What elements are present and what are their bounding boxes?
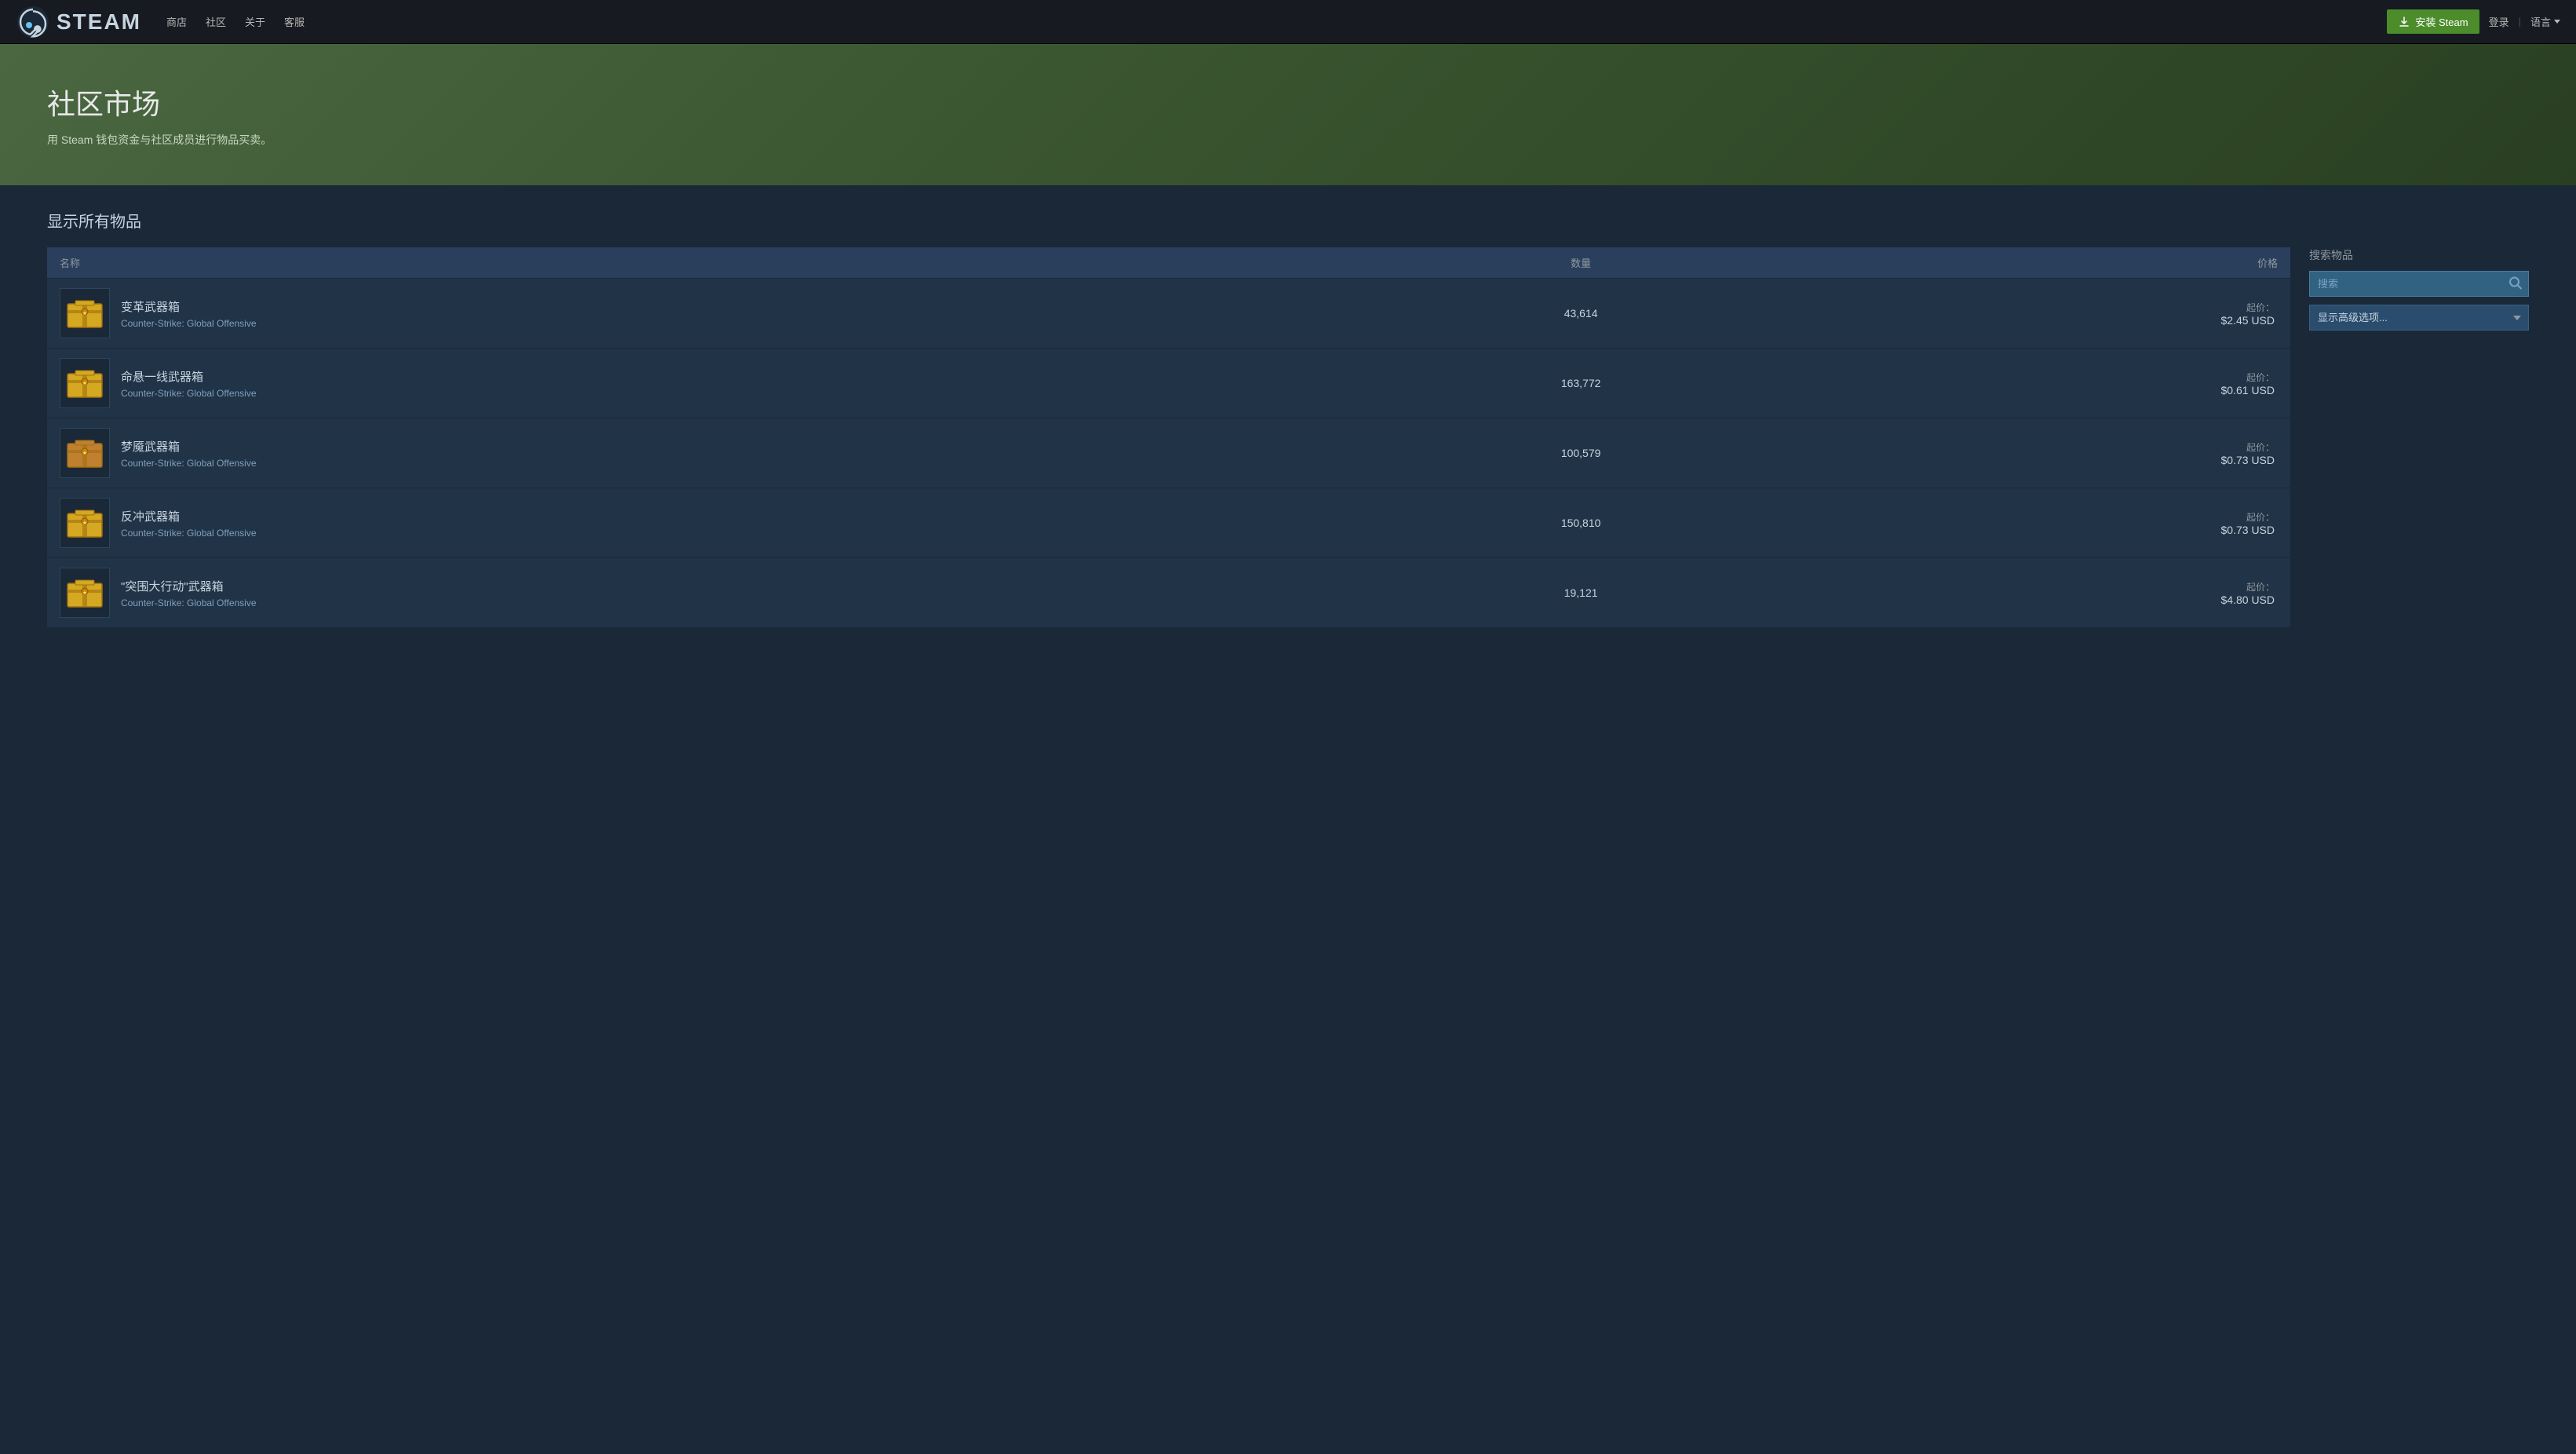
svg-text:★: ★ [82, 381, 87, 386]
hero-banner: 社区市场 用 Steam 钱包资金与社区成员进行物品买卖。 [0, 44, 2576, 185]
col-qty: 数量 [1385, 247, 1776, 279]
price-label: 起价： [1792, 440, 2275, 454]
table-row[interactable]: ★ "突围大行动"武器箱 Counter-Strike: Global Offe… [47, 558, 2290, 628]
topbar-right: 安装 Steam 登录 | 语言 [2387, 9, 2560, 34]
topbar-left: STEAM 商店 社区 关于 客服 [16, 5, 305, 39]
search-icon [2508, 276, 2523, 290]
item-name: 命悬一线武器箱 [121, 368, 257, 385]
section-title: 显示所有物品 [47, 209, 2529, 232]
svg-text:★: ★ [82, 451, 87, 456]
item-thumbnail: ★ [60, 568, 110, 618]
crate-icon: ★ [64, 502, 105, 543]
item-game: Counter-Strike: Global Offensive [121, 318, 257, 329]
item-game: Counter-Strike: Global Offensive [121, 458, 257, 469]
item-quantity: 43,614 [1385, 279, 1776, 349]
language-button[interactable]: 语言 [2530, 14, 2560, 29]
content-layout: 名称 数量 价格 ★ 变革武器箱 Counter-Strike: Global … [47, 247, 2529, 628]
price-value: $0.73 USD [1792, 454, 2275, 466]
price-label: 起价： [1792, 301, 2275, 314]
item-name: 反冲武器箱 [121, 508, 257, 524]
svg-text:★: ★ [82, 311, 87, 316]
search-button[interactable] [2508, 276, 2523, 292]
hero-subtitle: 用 Steam 钱包资金与社区成员进行物品买卖。 [47, 132, 2529, 148]
download-icon [2398, 16, 2410, 28]
table-row[interactable]: ★ 变革武器箱 Counter-Strike: Global Offensive… [47, 279, 2290, 349]
item-info: "突围大行动"武器箱 Counter-Strike: Global Offens… [121, 578, 257, 608]
item-thumbnail: ★ [60, 288, 110, 338]
svg-text:★: ★ [82, 590, 87, 596]
item-name: 梦魇武器箱 [121, 438, 257, 455]
item-price: 起价： $0.61 USD [1776, 349, 2290, 418]
item-name: 变革武器箱 [121, 298, 257, 315]
login-link[interactable]: 登录 [2489, 14, 2509, 29]
item-price: 起价： $2.45 USD [1776, 279, 2290, 349]
nav-about[interactable]: 关于 [245, 14, 265, 29]
item-cell: ★ 反冲武器箱 Counter-Strike: Global Offensive [47, 488, 1385, 557]
crate-icon: ★ [64, 293, 105, 334]
sidebar-title: 搜索物品 [2309, 247, 2529, 263]
item-info: 变革武器箱 Counter-Strike: Global Offensive [121, 298, 257, 329]
table-row[interactable]: ★ 反冲武器箱 Counter-Strike: Global Offensive… [47, 488, 2290, 558]
item-cell: ★ 命悬一线武器箱 Counter-Strike: Global Offensi… [47, 349, 1385, 418]
item-quantity: 163,772 [1385, 349, 1776, 418]
item-price: 起价： $0.73 USD [1776, 418, 2290, 488]
item-name: "突围大行动"武器箱 [121, 578, 257, 594]
nav-community[interactable]: 社区 [206, 14, 226, 29]
price-label: 起价： [1792, 510, 2275, 524]
item-quantity: 150,810 [1385, 488, 1776, 558]
steam-logo-icon [16, 5, 50, 39]
item-cell: ★ 变革武器箱 Counter-Strike: Global Offensive [47, 279, 1385, 348]
nav-divider: | [2519, 16, 2521, 27]
nav-store[interactable]: 商店 [166, 14, 187, 29]
item-price: 起价： $0.73 USD [1776, 488, 2290, 558]
main-content: 显示所有物品 名称 数量 价格 ★ 变革武器箱 Cou [0, 185, 2576, 652]
price-label: 起价： [1792, 371, 2275, 384]
search-box [2309, 271, 2529, 297]
logo[interactable]: STEAM [16, 5, 141, 39]
crate-icon: ★ [64, 363, 105, 404]
item-info: 梦魇武器箱 Counter-Strike: Global Offensive [121, 438, 257, 469]
crate-icon: ★ [64, 433, 105, 473]
item-cell: ★ "突围大行动"武器箱 Counter-Strike: Global Offe… [47, 558, 1385, 627]
svg-text:★: ★ [82, 521, 87, 526]
item-game: Counter-Strike: Global Offensive [121, 597, 257, 608]
crate-icon: ★ [64, 572, 105, 613]
col-name: 名称 [47, 247, 1385, 279]
item-thumbnail: ★ [60, 358, 110, 408]
install-steam-button[interactable]: 安装 Steam [2387, 9, 2479, 34]
price-value: $0.73 USD [1792, 524, 2275, 536]
topbar: STEAM 商店 社区 关于 客服 安装 Steam 登录 | 语言 [0, 0, 2576, 44]
advanced-options-wrapper: 显示高级选项... [2309, 305, 2529, 331]
main-nav: 商店 社区 关于 客服 [166, 14, 305, 29]
nav-support[interactable]: 客服 [284, 14, 305, 29]
item-info: 命悬一线武器箱 Counter-Strike: Global Offensive [121, 368, 257, 399]
search-input[interactable] [2309, 271, 2529, 297]
hero-title: 社区市场 [47, 82, 2529, 122]
table-header-row: 名称 数量 价格 [47, 247, 2290, 279]
logo-text: STEAM [57, 9, 141, 35]
item-thumbnail: ★ [60, 428, 110, 478]
item-game: Counter-Strike: Global Offensive [121, 528, 257, 539]
item-thumbnail: ★ [60, 498, 110, 548]
price-value: $0.61 USD [1792, 384, 2275, 396]
item-quantity: 19,121 [1385, 558, 1776, 628]
advanced-options-select[interactable]: 显示高级选项... [2309, 305, 2529, 331]
item-price: 起价： $4.80 USD [1776, 558, 2290, 628]
price-value: $4.80 USD [1792, 594, 2275, 606]
table-row[interactable]: ★ 命悬一线武器箱 Counter-Strike: Global Offensi… [47, 349, 2290, 418]
item-quantity: 100,579 [1385, 418, 1776, 488]
item-info: 反冲武器箱 Counter-Strike: Global Offensive [121, 508, 257, 539]
chevron-down-icon [2554, 20, 2560, 24]
price-label: 起价： [1792, 580, 2275, 594]
price-value: $2.45 USD [1792, 314, 2275, 327]
item-cell: ★ 梦魇武器箱 Counter-Strike: Global Offensive [47, 418, 1385, 488]
sidebar: 搜索物品 显示高级选项... [2309, 247, 2529, 331]
table-row[interactable]: ★ 梦魇武器箱 Counter-Strike: Global Offensive… [47, 418, 2290, 488]
col-price: 价格 [1776, 247, 2290, 279]
item-game: Counter-Strike: Global Offensive [121, 388, 257, 399]
market-table: 名称 数量 价格 ★ 变革武器箱 Counter-Strike: Global … [47, 247, 2290, 628]
